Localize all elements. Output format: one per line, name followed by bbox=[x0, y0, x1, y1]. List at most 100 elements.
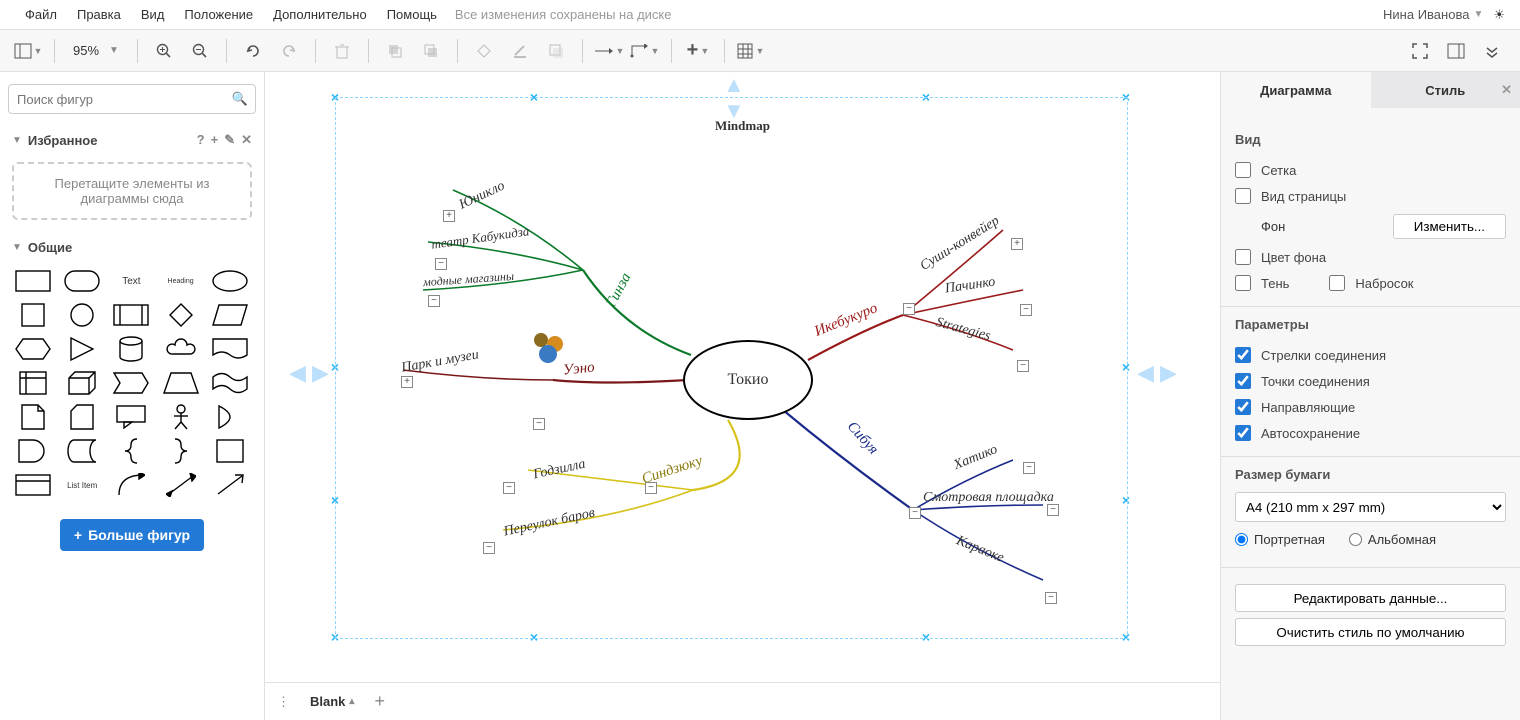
collapse-icon[interactable]: − bbox=[1023, 462, 1035, 474]
sidebar-toggle-button[interactable]: ▼ bbox=[12, 35, 44, 67]
shape-internal-storage[interactable] bbox=[12, 369, 54, 397]
redo-button[interactable] bbox=[273, 35, 305, 67]
shape-rounded-rectangle[interactable] bbox=[61, 267, 103, 295]
shape-curve[interactable] bbox=[110, 471, 152, 499]
theme-icon[interactable]: ☀ bbox=[1493, 7, 1505, 23]
shape-circle[interactable] bbox=[61, 301, 103, 329]
connection-style-button[interactable]: ▼ bbox=[593, 35, 625, 67]
collapse-icon[interactable]: − bbox=[1045, 592, 1057, 604]
conn-arrows-checkbox[interactable] bbox=[1235, 347, 1251, 363]
collapse-icon[interactable]: − bbox=[533, 418, 545, 430]
table-button[interactable]: ▼ bbox=[735, 35, 767, 67]
shape-rectangle[interactable] bbox=[12, 267, 54, 295]
shape-curly-right[interactable] bbox=[160, 437, 202, 465]
shape-list-item[interactable]: List Item bbox=[61, 471, 103, 499]
bgcolor-checkbox[interactable] bbox=[1235, 249, 1251, 265]
undo-button[interactable] bbox=[237, 35, 269, 67]
shape-parallelogram[interactable] bbox=[209, 301, 251, 329]
line-color-button[interactable] bbox=[504, 35, 536, 67]
landscape-radio[interactable] bbox=[1349, 533, 1362, 546]
collapse-icon[interactable]: − bbox=[903, 303, 915, 315]
menu-extras[interactable]: Дополнительно bbox=[263, 3, 377, 26]
user-menu[interactable]: Нина Иванова ▼ bbox=[1383, 7, 1483, 22]
change-background-button[interactable]: Изменить... bbox=[1393, 214, 1506, 239]
add-icon[interactable]: + bbox=[211, 132, 219, 148]
to-front-button[interactable] bbox=[379, 35, 411, 67]
autosave-checkbox[interactable] bbox=[1235, 425, 1251, 441]
shape-list[interactable] bbox=[12, 471, 54, 499]
guides-checkbox[interactable] bbox=[1235, 399, 1251, 415]
pageview-checkbox-row[interactable]: Вид страницы bbox=[1235, 183, 1506, 209]
shape-note[interactable] bbox=[12, 403, 54, 431]
collapse-icon[interactable]: − bbox=[435, 258, 447, 270]
shape-ellipse[interactable] bbox=[209, 267, 251, 295]
more-shapes-button[interactable]: +Больше фигур bbox=[60, 519, 204, 551]
mindmap-center[interactable]: Токио bbox=[683, 340, 813, 420]
to-back-button[interactable] bbox=[415, 35, 447, 67]
shape-step[interactable] bbox=[110, 369, 152, 397]
clear-style-button[interactable]: Очистить стиль по умолчанию bbox=[1235, 618, 1506, 646]
zoom-in-button[interactable] bbox=[148, 35, 180, 67]
menu-arrange[interactable]: Положение bbox=[174, 3, 263, 26]
canvas[interactable]: × × × × × × × × × × × × ▲▼ ◀ ▶ ◀ ▶ Mindm… bbox=[265, 72, 1220, 720]
menu-help[interactable]: Помощь bbox=[377, 3, 447, 26]
tabs-menu-icon[interactable]: ⋮ bbox=[277, 694, 290, 710]
edit-data-button[interactable]: Редактировать данные... bbox=[1235, 584, 1506, 612]
landscape-radio-row[interactable]: Альбомная bbox=[1349, 532, 1436, 547]
shape-cube[interactable] bbox=[61, 369, 103, 397]
fullscreen-button[interactable] bbox=[1404, 35, 1436, 67]
shape-container[interactable] bbox=[209, 437, 251, 465]
edit-icon[interactable]: ✎ bbox=[224, 132, 235, 148]
tab-style[interactable]: Стиль ✕ bbox=[1371, 72, 1520, 108]
menu-edit[interactable]: Правка bbox=[67, 3, 131, 26]
shadow-button[interactable] bbox=[540, 35, 572, 67]
shape-curly-left[interactable] bbox=[110, 437, 152, 465]
paper-size-select[interactable]: A4 (210 mm x 297 mm) bbox=[1235, 492, 1506, 522]
shape-bidir-arrow[interactable] bbox=[160, 471, 202, 499]
shape-arrow[interactable] bbox=[209, 471, 251, 499]
bgcolor-checkbox-row[interactable]: Цвет фона bbox=[1235, 244, 1506, 270]
zoom-out-button[interactable] bbox=[184, 35, 216, 67]
page-tab[interactable]: Blank▴ bbox=[300, 690, 364, 713]
collapse-icon[interactable]: − bbox=[1017, 360, 1029, 372]
conn-points-row[interactable]: Точки соединения bbox=[1235, 368, 1506, 394]
close-icon[interactable]: ✕ bbox=[1501, 82, 1512, 98]
shape-trapezoid[interactable] bbox=[160, 369, 202, 397]
grid-checkbox[interactable] bbox=[1235, 162, 1251, 178]
zoom-dropdown[interactable]: 95%▼ bbox=[65, 43, 127, 58]
menu-view[interactable]: Вид bbox=[131, 3, 175, 26]
shape-tape[interactable] bbox=[209, 369, 251, 397]
sketch-checkbox[interactable] bbox=[1329, 275, 1345, 291]
shape-card[interactable] bbox=[61, 403, 103, 431]
branch-observatory[interactable]: Смотровая площадка bbox=[923, 490, 1054, 506]
close-icon[interactable]: ✕ bbox=[241, 132, 252, 148]
shape-callout[interactable] bbox=[110, 403, 152, 431]
menu-file[interactable]: Файл bbox=[15, 3, 67, 26]
collapse-button[interactable] bbox=[1476, 35, 1508, 67]
expand-icon[interactable]: + bbox=[1011, 238, 1023, 250]
collapse-icon[interactable]: − bbox=[503, 482, 515, 494]
expand-icon[interactable]: + bbox=[401, 376, 413, 388]
collapse-icon[interactable]: − bbox=[1047, 504, 1059, 516]
collapse-icon[interactable]: − bbox=[1020, 304, 1032, 316]
autosave-row[interactable]: Автосохранение bbox=[1235, 420, 1506, 446]
tab-diagram[interactable]: Диаграмма bbox=[1221, 72, 1371, 108]
collapse-icon[interactable]: − bbox=[645, 482, 657, 494]
portrait-radio[interactable] bbox=[1235, 533, 1248, 546]
shape-cylinder[interactable] bbox=[110, 335, 152, 363]
shadow-checkbox-row[interactable]: Тень bbox=[1235, 270, 1289, 296]
shape-diamond[interactable] bbox=[160, 301, 202, 329]
search-input[interactable] bbox=[8, 84, 256, 114]
shape-text[interactable]: Text bbox=[110, 267, 152, 295]
shape-document[interactable] bbox=[209, 335, 251, 363]
guides-row[interactable]: Направляющие bbox=[1235, 394, 1506, 420]
waypoint-style-button[interactable]: ▼ bbox=[629, 35, 661, 67]
conn-arrows-row[interactable]: Стрелки соединения bbox=[1235, 342, 1506, 368]
format-panel-button[interactable] bbox=[1440, 35, 1472, 67]
expand-icon[interactable]: + bbox=[443, 210, 455, 222]
shape-cloud[interactable] bbox=[160, 335, 202, 363]
conn-points-checkbox[interactable] bbox=[1235, 373, 1251, 389]
sketch-checkbox-row[interactable]: Набросок bbox=[1329, 270, 1413, 296]
collapse-icon[interactable]: − bbox=[428, 295, 440, 307]
fill-color-button[interactable] bbox=[468, 35, 500, 67]
